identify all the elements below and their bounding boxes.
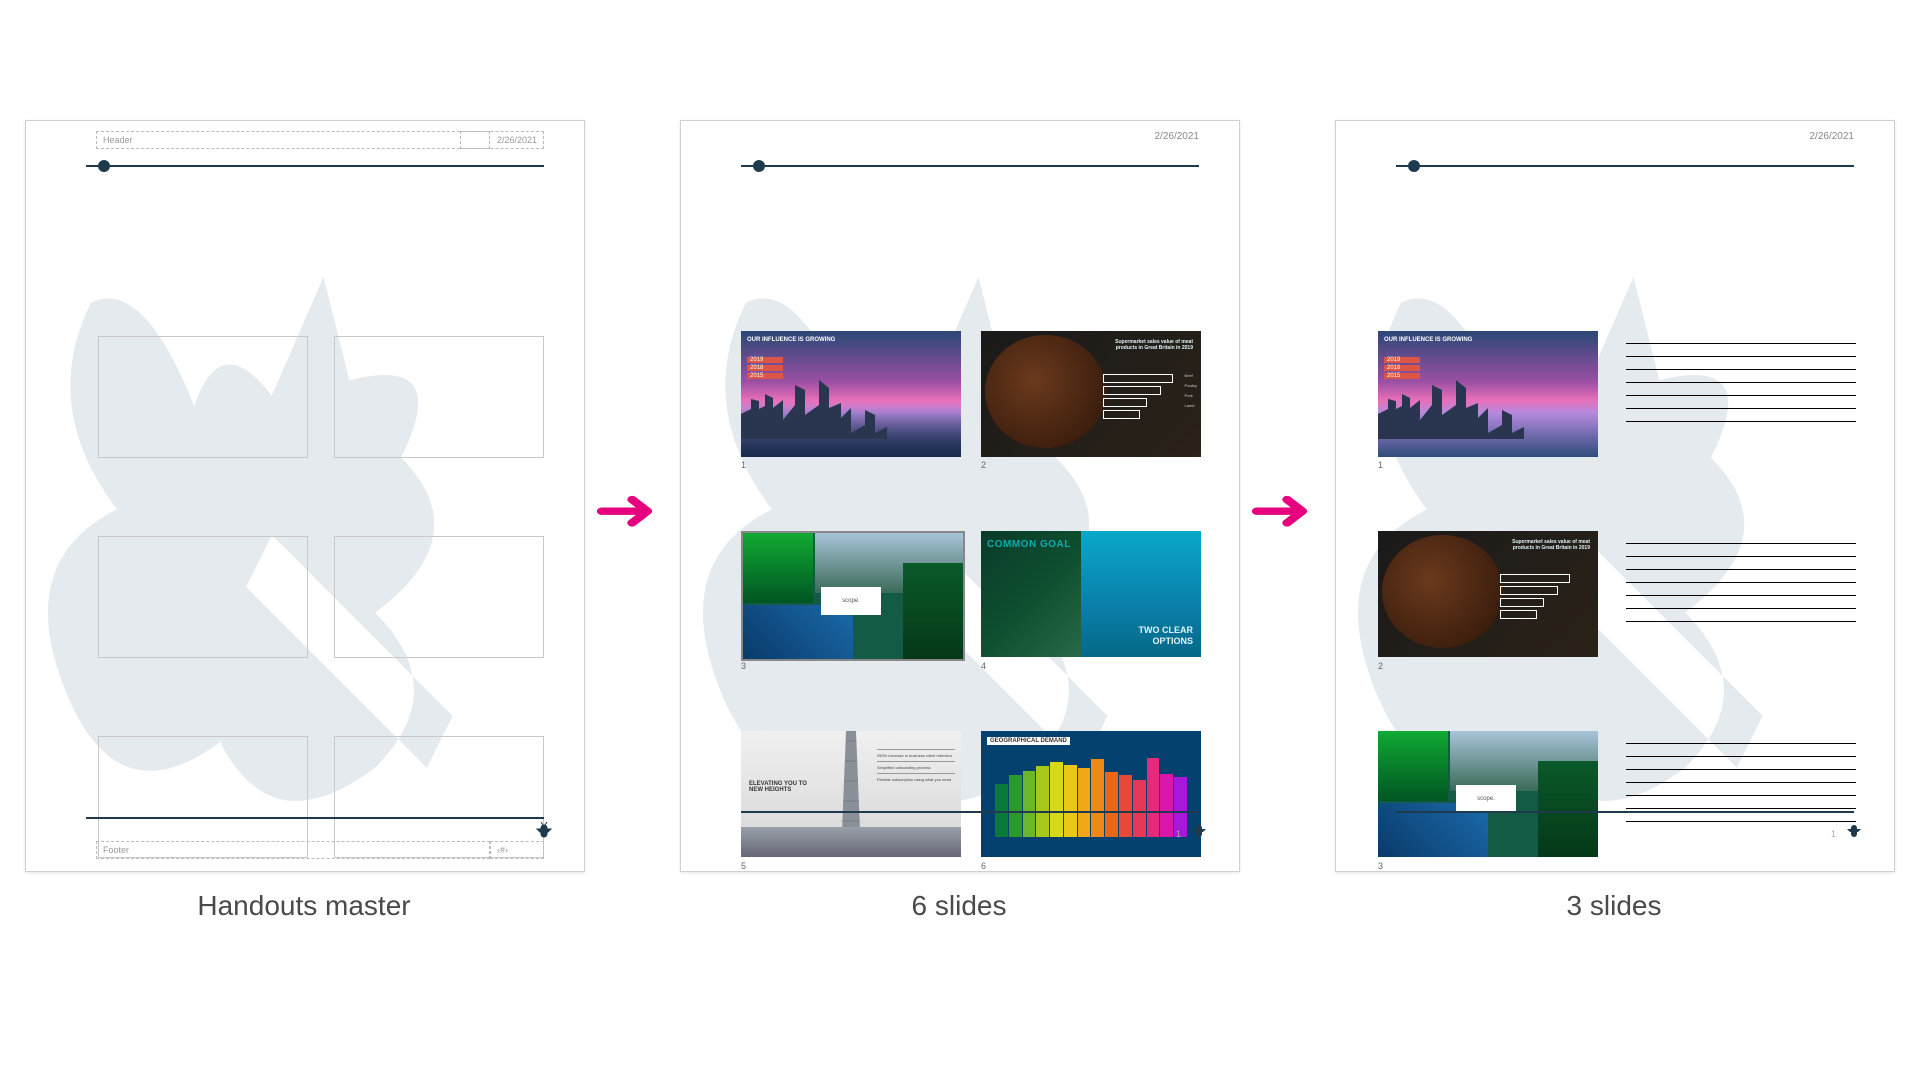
slide3-caption: scope. — [821, 587, 881, 615]
slide-number: 1 — [741, 460, 746, 470]
slide-number: 6 — [981, 861, 986, 871]
slide1-title: OUR INFLUENCE IS GROWING — [747, 337, 835, 343]
bee-icon — [532, 819, 556, 843]
slide-thumbnail-3: scope. — [1378, 731, 1598, 857]
caption-master: Handouts master — [25, 890, 583, 922]
header-divider — [741, 165, 1199, 167]
legend-item: Lamb — [1185, 401, 1197, 411]
page-number: 1 — [1831, 829, 1836, 839]
slide-number: 1 — [1378, 460, 1383, 470]
caption-3slides: 3 slides — [1335, 890, 1893, 922]
slide-thumbnail-1: OUR INFLUENCE IS GROWING 2019 2018 2015 — [741, 331, 961, 457]
arrow-icon: ➜ — [1247, 475, 1312, 545]
notes-lines — [1626, 743, 1856, 834]
slide-slot-3 — [98, 536, 308, 658]
slide-slot-6 — [334, 736, 544, 858]
bee-icon — [1842, 819, 1866, 843]
slide-number: 5 — [741, 861, 746, 871]
footer-divider — [86, 817, 544, 819]
legend-item: Poultry — [1185, 381, 1197, 391]
slide1-row: 2018 — [747, 365, 783, 371]
page-number: 1 — [1176, 829, 1181, 839]
handout-master-page: Header 2/26/2021 Footer ‹#› — [25, 120, 585, 872]
handout-6-slides-page: 2/26/2021 OUR INFLUENCE IS GROWING 2019 … — [680, 120, 1240, 872]
footer-divider — [741, 811, 1199, 813]
slide1-title: OUR INFLUENCE IS GROWING — [1384, 337, 1472, 343]
slide-thumbnail-4: COMMON GOAL TWO CLEAR OPTIONS — [981, 531, 1201, 657]
slide-thumbnail-6: GEOGRAPHICAL DEMAND — [981, 731, 1201, 857]
legend-item: Beef — [1185, 371, 1197, 381]
slide-number: 3 — [1378, 861, 1383, 871]
header-divider — [86, 165, 544, 167]
handout-3-slides-page: 2/26/2021 OUR INFLUENCE IS GROWING 2019 … — [1335, 120, 1895, 872]
slide1-row: 2019 — [1384, 357, 1420, 363]
slide-thumbnail-2: Supermarket sales value of meat products… — [981, 331, 1201, 457]
slide-thumbnail-2: Supermarket sales value of meat products… — [1378, 531, 1598, 657]
slide-slot-1 — [98, 336, 308, 458]
page-date: 2/26/2021 — [1155, 131, 1200, 142]
slide-number: 2 — [1378, 661, 1383, 671]
notes-lines — [1626, 343, 1856, 434]
slide3-caption: scope. — [1456, 785, 1516, 813]
slide-slot-2 — [334, 336, 544, 458]
slide5-bullet: Simplified onboarding process — [877, 761, 955, 773]
header-accent-dot — [753, 160, 765, 172]
slide4-title: COMMON GOAL — [987, 539, 1071, 550]
date-placeholder[interactable]: 2/26/2021 — [460, 131, 544, 149]
footer-divider — [1396, 811, 1854, 813]
slide-number: 4 — [981, 661, 986, 671]
header-accent-dot — [98, 160, 110, 172]
header-divider — [1396, 165, 1854, 167]
slide5-title: ELEVATING YOU TO NEW HEIGHTS — [749, 781, 819, 793]
footer-placeholder[interactable]: Footer — [96, 841, 490, 859]
slide1-row: 2018 — [1384, 365, 1420, 371]
slide-thumbnail-1: OUR INFLUENCE IS GROWING 2019 2018 2015 — [1378, 331, 1598, 457]
slide-number: 3 — [741, 661, 746, 671]
slide2-title: Supermarket sales value of meat products… — [1500, 539, 1590, 551]
slide-thumbnail-3: scope. — [741, 531, 965, 661]
bee-icon — [1187, 819, 1211, 843]
header-placeholder[interactable]: Header — [96, 131, 490, 149]
slide5-bullet: Flexible subscription using what you nee… — [877, 773, 955, 785]
legend-item: Pork — [1185, 391, 1197, 401]
slide2-title: Supermarket sales value of meat products… — [1103, 339, 1193, 351]
slide-number: 2 — [981, 460, 986, 470]
page-number-placeholder[interactable]: ‹#› — [490, 841, 544, 859]
slide5-bullet: 250% Increase in business client retenti… — [877, 749, 955, 761]
page-date: 2/26/2021 — [1810, 131, 1855, 142]
header-accent-dot — [1408, 160, 1420, 172]
caption-6slides: 6 slides — [680, 890, 1238, 922]
notes-lines — [1626, 543, 1856, 634]
slide-slot-5 — [98, 736, 308, 858]
slide-thumbnail-5: ELEVATING YOU TO NEW HEIGHTS 250% Increa… — [741, 731, 961, 857]
slide4-sub: TWO CLEAR OPTIONS — [1133, 625, 1193, 647]
slide1-row: 2019 — [747, 357, 783, 363]
slide-slot-4 — [334, 536, 544, 658]
arrow-icon: ➜ — [592, 475, 657, 545]
